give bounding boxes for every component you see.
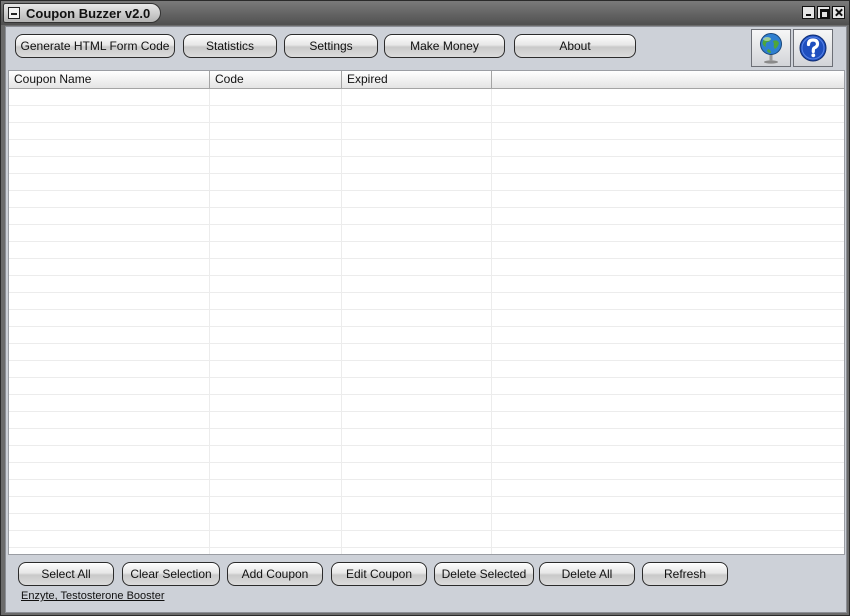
main-panel: Generate HTML Form Code Statistics Setti…	[5, 26, 847, 613]
maximize-icon[interactable]	[817, 6, 830, 19]
system-menu-icon[interactable]	[8, 7, 20, 19]
globe-icon	[760, 33, 782, 64]
globe-button[interactable]	[751, 29, 791, 67]
column-divider	[209, 89, 210, 554]
list-rows[interactable]	[9, 89, 844, 554]
action-bar: Select All Clear Selection Add Coupon Ed…	[8, 557, 845, 612]
column-divider	[341, 89, 342, 554]
settings-button[interactable]: Settings	[284, 34, 378, 58]
clear-selection-button[interactable]: Clear Selection	[122, 562, 220, 586]
generate-html-form-code-button[interactable]: Generate HTML Form Code	[15, 34, 175, 58]
make-money-button[interactable]: Make Money	[384, 34, 505, 58]
refresh-button[interactable]: Refresh	[642, 562, 728, 586]
minimize-icon[interactable]	[802, 6, 815, 19]
edit-coupon-button[interactable]: Edit Coupon	[331, 562, 427, 586]
list-header: Coupon Name Code Expired	[9, 71, 844, 89]
sponsor-link[interactable]: Enzyte, Testosterone Booster	[21, 590, 165, 602]
add-coupon-button[interactable]: Add Coupon	[227, 562, 323, 586]
window-title: Coupon Buzzer v2.0	[26, 6, 151, 21]
delete-selected-button[interactable]: Delete Selected	[434, 562, 534, 586]
column-header-expired[interactable]: Expired	[342, 71, 492, 89]
column-header-code[interactable]: Code	[210, 71, 342, 89]
window-controls	[802, 6, 845, 19]
column-header-filler	[492, 71, 844, 89]
help-icon	[799, 34, 827, 62]
about-button[interactable]: About	[514, 34, 636, 58]
app-window: Coupon Buzzer v2.0 Generate HTML Form Co…	[0, 0, 850, 616]
coupon-list[interactable]: Coupon Name Code Expired	[8, 70, 845, 555]
select-all-button[interactable]: Select All	[18, 562, 114, 586]
title-tab: Coupon Buzzer v2.0	[3, 3, 161, 23]
close-icon[interactable]	[832, 6, 845, 19]
title-bar[interactable]: Coupon Buzzer v2.0	[1, 1, 849, 25]
column-header-coupon-name[interactable]: Coupon Name	[9, 71, 210, 89]
statistics-button[interactable]: Statistics	[183, 34, 277, 58]
help-button[interactable]	[793, 29, 833, 67]
column-divider	[491, 89, 492, 554]
delete-all-button[interactable]: Delete All	[539, 562, 635, 586]
